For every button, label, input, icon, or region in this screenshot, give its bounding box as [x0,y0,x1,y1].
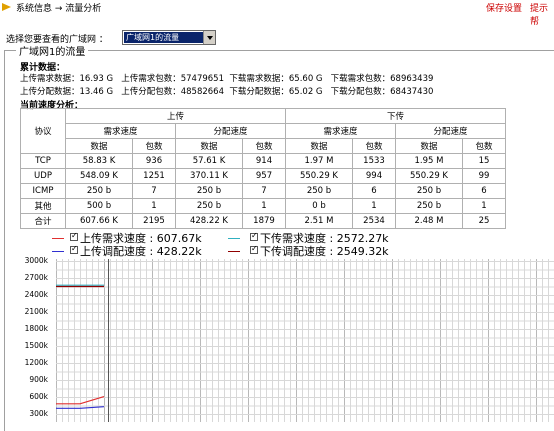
legend-line [52,251,64,252]
y-tick-label: 900k [29,375,48,384]
y-tick-label: 1500k [24,341,48,350]
cell: 99 [462,168,506,184]
cell: 0 b [285,198,353,214]
chevron-down-icon[interactable] [203,31,215,44]
y-tick-label: 2400k [24,290,48,299]
legend-line [228,238,240,239]
table-row: 其他 500 b 1 250 b 1 0 b 1 250 b 1 [20,198,506,214]
y-tick-label: 1200k [24,358,48,367]
table-row: UDP 548.09 K 1251 370.11 K 957 550.29 K … [20,168,506,184]
breadcrumb: 系统信息 → 流量分析 [16,4,102,14]
wan-select[interactable]: 广域网1的流量 [122,30,216,45]
header-packets: 包数 [352,138,396,154]
y-tick-label: 300k [29,409,48,418]
cell: 25 [462,213,506,229]
cell: 6 [462,183,506,199]
cell: 2534 [352,213,396,229]
cell: 250 b [395,183,463,199]
cell: 250 b [175,183,243,199]
header-packets: 包数 [132,138,176,154]
legend-checkbox[interactable] [70,244,78,254]
header-data: 数据 [65,138,133,154]
save-settings-link[interactable]: 保存设置 [486,1,522,14]
cell: 2.51 M [285,213,353,229]
header-down-alloc: 分配速度 [395,123,506,139]
cell: 6 [352,183,396,199]
cell: 994 [352,168,396,184]
traffic-chart [56,259,554,422]
y-tick-label: 3000k [24,256,48,265]
arrow-icon [2,3,11,11]
cell: 607.66 K [65,213,133,229]
table-row: ICMP 250 b 7 250 b 7 250 b 6 250 b 6 [20,183,506,199]
header-up-alloc: 分配速度 [175,123,286,139]
cell: 548.09 K [65,168,133,184]
cell: 1 [462,198,506,214]
table-row: TCP 58.83 K 936 57.61 K 914 1.97 M 1533 … [20,153,506,169]
legend-label: 上传调配速度 : 428.22k [80,245,202,258]
cell: 15 [462,153,506,169]
legend-line [228,251,240,252]
cell: 1.97 M [285,153,353,169]
cell: 1251 [132,168,176,184]
cell: 1 [132,198,176,214]
cumulative-alloc-line: 上传分配数据：13.46 G 上传分配包数：48582664 下载分配数据：65… [20,87,434,97]
legend-checkbox[interactable] [70,231,78,241]
y-tick-label: 2700k [24,273,48,282]
cell: 250 b [175,198,243,214]
cell: 58.83 K [65,153,133,169]
cell-proto: UDP [20,168,66,184]
cell: 1533 [352,153,396,169]
cell: 550.29 K [395,168,463,184]
header-data: 数据 [285,138,353,154]
y-tick-label: 2100k [24,307,48,316]
cell: 957 [242,168,286,184]
y-tick-label: 600k [29,392,48,401]
cell: 1 [242,198,286,214]
legend-checkbox[interactable] [250,244,258,254]
cell: 914 [242,153,286,169]
help-link[interactable]: 提示帮 [530,1,554,27]
panel-legend: 广域网1的流量 [16,43,89,58]
header-down-demand: 需求速度 [285,123,396,139]
header-data: 数据 [175,138,243,154]
cell: 2195 [132,213,176,229]
cell: 250 b [285,183,353,199]
rates-table: 协议 上传 下传 需求速度 分配速度 需求速度 分配速度 数据 包数 数据 包数… [20,108,506,229]
cell: 500 b [65,198,133,214]
cell-proto: 其他 [20,198,66,214]
cell: 57.61 K [175,153,243,169]
cumulative-upload-line: 上传需求数据：16.93 G 上传需求包数：57479651 下载需求数据：65… [20,74,434,84]
cell: 936 [132,153,176,169]
cell: 428.22 K [175,213,243,229]
header-protocol: 协议 [20,108,66,154]
header-download: 下传 [285,108,506,124]
cell: 7 [242,183,286,199]
top-bar: 系统信息 → 流量分析 保存设置 提示帮 [0,0,554,27]
wan-select-value: 广域网1的流量 [124,32,203,43]
cell: 1.95 M [395,153,463,169]
cell-proto: TCP [20,153,66,169]
cell: 1879 [242,213,286,229]
header-packets: 包数 [242,138,286,154]
header-packets: 包数 [462,138,506,154]
chart-legend: 上传需求速度 : 607.67k 下传需求速度 : 2572.27k 上传调配速… [0,228,554,258]
cell: 550.29 K [285,168,353,184]
cell: 7 [132,183,176,199]
cell: 2.48 M [395,213,463,229]
cell-proto: 合计 [20,213,66,229]
header-data: 数据 [395,138,463,154]
cell: 250 b [395,198,463,214]
header-up-demand: 需求速度 [65,123,176,139]
header-upload: 上传 [65,108,286,124]
cell: 1 [352,198,396,214]
cell-proto: ICMP [20,183,66,199]
legend-checkbox[interactable] [250,231,258,241]
cell: 370.11 K [175,168,243,184]
table-row-total: 合计 607.66 K 2195 428.22 K 1879 2.51 M 25… [20,213,506,229]
legend-label: 下传调配速度 : 2549.32k [260,245,389,258]
cell: 250 b [65,183,133,199]
legend-line [52,238,64,239]
y-tick-label: 1800k [24,324,48,333]
